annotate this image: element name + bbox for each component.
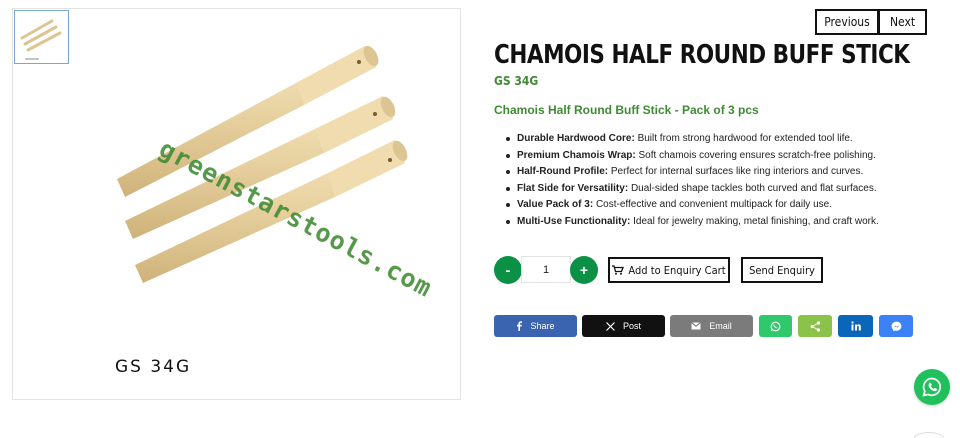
feature-item: Durable Hardwood Core: Built from strong… [504, 131, 879, 148]
whatsapp-icon [770, 321, 781, 331]
feature-label: Premium Chamois Wrap: [517, 149, 636, 161]
facebook-share-button[interactable]: Share [494, 315, 577, 337]
x-post-label: Post [622, 321, 641, 331]
product-title: CHAMOIS HALF ROUND BUFF STICK [494, 40, 910, 70]
feature-item: Value Pack of 3: Cost-effective and conv… [504, 197, 879, 214]
feature-label: Value Pack of 3: [517, 199, 594, 210]
feature-text: Dual-sided shape tackles both curved and… [630, 182, 877, 194]
add-to-enquiry-cart-label: Add to Enquiry Cart [628, 263, 726, 277]
facebook-icon [517, 321, 523, 331]
feature-text: Cost-effective and convenient multipack … [595, 199, 832, 210]
send-enquiry-button[interactable]: Send Enquiry [741, 257, 823, 283]
feature-text: Ideal for jewelry making, metal finishin… [633, 215, 879, 227]
quantity-decrease-button[interactable]: - [494, 256, 522, 284]
feature-item: Premium Chamois Wrap: Soft chamois cover… [504, 148, 879, 165]
quantity-increase-button[interactable]: + [570, 256, 598, 284]
linkedin-icon [850, 321, 861, 331]
feature-item: Half-Round Profile: Perfect for internal… [504, 164, 879, 181]
messenger-share-button[interactable] [879, 315, 913, 337]
email-share-button[interactable]: Email [670, 315, 753, 337]
product-subtitle: Chamois Half Round Buff Stick - Pack of … [494, 103, 759, 117]
feature-label: Multi-Use Functionality: [517, 215, 631, 227]
quantity-input[interactable] [521, 256, 571, 283]
linkedin-share-button[interactable] [838, 315, 873, 337]
feature-text: Built from strong hardwood for extended … [637, 133, 853, 144]
thumbnail-image[interactable] [14, 10, 69, 64]
feature-text: Soft chamois covering ensures scratch-fr… [638, 149, 876, 161]
feature-item: Flat Side for Versatility: Dual-sided sh… [504, 181, 879, 198]
feature-text: Perfect for internal surfaces like ring … [610, 166, 864, 177]
feature-list: Durable Hardwood Core: Built from strong… [504, 131, 879, 230]
product-gallery: greenstarstools.com GS 34G [12, 8, 461, 400]
facebook-share-label: Share [530, 321, 555, 331]
partial-corner-element [914, 432, 944, 438]
buff-stick-thumbnail-icon [20, 19, 62, 60]
email-share-label: Email [709, 321, 732, 331]
feature-item: Multi-Use Functionality: Ideal for jewel… [504, 214, 879, 231]
previous-button[interactable]: Previous [815, 9, 879, 35]
add-to-enquiry-cart-button[interactable]: Add to Enquiry Cart [608, 257, 730, 283]
feature-label: Durable Hardwood Core: [517, 133, 635, 144]
image-product-code: GS 34G [115, 357, 192, 377]
x-post-button[interactable]: Post [582, 315, 665, 337]
whatsapp-share-button[interactable] [759, 315, 792, 337]
next-button[interactable]: Next [879, 9, 927, 35]
messenger-icon [891, 321, 901, 331]
whatsapp-icon [922, 377, 941, 397]
feature-label: Flat Side for Versatility: [517, 182, 629, 194]
x-icon [606, 321, 615, 331]
feature-label: Half-Round Profile: [517, 166, 609, 177]
whatsapp-chat-button[interactable] [914, 369, 950, 405]
cart-icon [612, 265, 625, 275]
product-sku: GS 34G [494, 74, 539, 88]
share-button[interactable] [798, 315, 832, 337]
email-icon [691, 322, 702, 330]
share-icon [810, 320, 820, 332]
